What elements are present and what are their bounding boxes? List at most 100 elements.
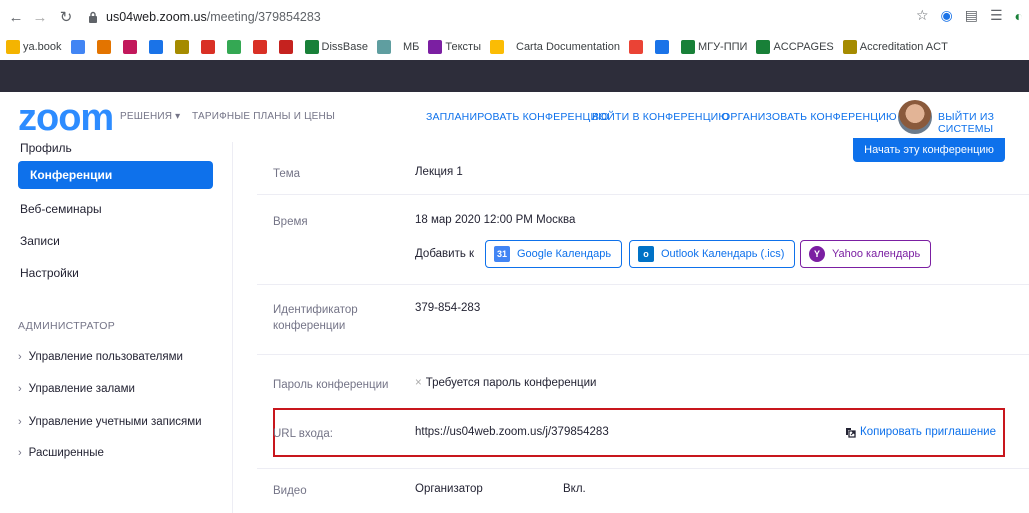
bookmark-label: МБ (403, 41, 420, 53)
bookmark-label: ACCPAGES (773, 41, 834, 53)
add-to-label: Добавить к (415, 248, 475, 260)
bookmark-item[interactable] (252, 40, 270, 54)
bookmark-item[interactable]: МГУ-ППИ (680, 40, 748, 54)
sidebar-item-settings[interactable]: Настройки (18, 259, 213, 287)
video-label: Видео (273, 485, 307, 497)
avatar[interactable] (898, 100, 932, 134)
bookmark-favicon-icon (490, 40, 504, 54)
sidebar-admin-heading: АДМИНИСТРАТОР (18, 320, 116, 332)
bookmark-favicon-icon (428, 40, 443, 54)
bookmark-item[interactable] (654, 40, 672, 54)
sidebar-group-label: Управление учетными записями (28, 416, 202, 428)
bookmark-favicon-icon (278, 40, 293, 54)
bookmark-favicon-icon (377, 40, 391, 54)
sidebar: Профиль Конференции Веб-семинары Записи … (0, 141, 232, 513)
nav-schedule-meeting[interactable]: ЗАПЛАНИРОВАТЬ КОНФЕРЕНЦИЮ (426, 111, 609, 123)
meeting-id-label: Идентификатор конференции (273, 304, 358, 332)
video-host-value: Вкл. (563, 483, 586, 495)
outlook-calendar-button[interactable]: o Outlook Календарь (.ics) (629, 240, 796, 268)
join-url-label: URL входа: (273, 428, 333, 440)
reload-icon[interactable]: ↻ (56, 7, 76, 27)
nav-solutions[interactable]: РЕШЕНИЯ ▾ (120, 111, 180, 122)
bookmark-item[interactable] (628, 40, 646, 54)
bookmark-favicon-icon (654, 40, 669, 54)
topic-value: Лекция 1 (415, 166, 463, 178)
address-bar[interactable]: us04web.zoom.us/meeting/379854283 (106, 10, 321, 24)
bookmark-favicon-icon (628, 40, 643, 54)
nav-join-meeting[interactable]: ВОЙТИ В КОНФЕРЕНЦИЮ (592, 111, 729, 123)
yahoo-calendar-label: Yahoo календарь (832, 248, 921, 260)
password-value: × Требуется пароль конференции (415, 377, 596, 389)
divider (257, 468, 1029, 469)
bookmark-item[interactable] (377, 40, 394, 54)
star-icon[interactable]: ☆ (916, 7, 929, 24)
bookmark-favicon-icon (252, 40, 267, 54)
sidebar-group-label: Управление пользователями (28, 351, 183, 363)
chevron-right-icon: › (18, 383, 22, 395)
bookmark-item[interactable] (200, 40, 218, 54)
nav-plans[interactable]: ТАРИФНЫЕ ПЛАНЫ И ЦЕНЫ (192, 111, 335, 122)
google-calendar-button[interactable]: 31 Google Календарь (485, 240, 623, 268)
bookmark-item[interactable]: МБ (403, 41, 419, 53)
bookmark-item[interactable] (490, 40, 507, 54)
sidebar-group-user-management[interactable]: › Управление пользователями (18, 351, 183, 363)
menu-icon[interactable]: ☰ (990, 7, 1003, 24)
bookmark-favicon-icon (680, 40, 695, 54)
chevron-right-icon: › (18, 351, 22, 363)
forward-arrow-icon[interactable]: → (30, 7, 50, 27)
sidebar-group-label: Расширенные (28, 447, 104, 459)
extension-icon[interactable]: ◉ (941, 7, 953, 24)
bookmark-item[interactable]: DissBase (304, 40, 368, 54)
bookmark-item[interactable]: Accreditation ACT (842, 40, 948, 54)
zoom-top-strip (0, 60, 1029, 92)
video-host-label: Организатор (415, 483, 483, 495)
bookmark-label: МГУ-ППИ (697, 41, 748, 53)
bookmark-item[interactable] (174, 40, 192, 54)
sidebar-item-meetings[interactable]: Конференции (18, 161, 213, 189)
reader-icon[interactable]: ▤ (965, 7, 978, 24)
chevron-right-icon: › (18, 416, 22, 428)
topic-label: Тема (273, 168, 301, 180)
sidebar-group-advanced[interactable]: › Расширенные (18, 447, 104, 459)
sidebar-group-account-management[interactable]: › Управление учетными записями (18, 416, 202, 428)
bookmark-item[interactable] (96, 40, 114, 54)
bookmark-item[interactable] (148, 40, 166, 54)
bookmark-item[interactable]: ACCPAGES (756, 40, 834, 54)
bookmark-favicon-icon (122, 40, 137, 54)
divider (257, 354, 1029, 355)
bookmark-favicon-icon (174, 40, 189, 54)
close-icon: × (415, 377, 422, 389)
bookmark-item[interactable] (70, 40, 88, 54)
zoom-logo[interactable]: zoom (18, 99, 114, 137)
yahoo-icon: Y (809, 246, 825, 262)
sidebar-group-room-management[interactable]: › Управление залами (18, 383, 135, 395)
nav-sign-out[interactable]: ВЫЙТИ ИЗ СИСТЕМЫ (938, 111, 1029, 135)
start-meeting-button[interactable]: Начать эту конференцию (853, 138, 1005, 162)
bookmark-item[interactable] (278, 40, 296, 54)
time-value: 18 мар 2020 12:00 PM Москва (415, 214, 576, 226)
outlook-calendar-label: Outlook Календарь (.ics) (661, 248, 785, 260)
bookmark-favicon-icon (148, 40, 163, 54)
bookmark-item[interactable]: Carta Documentation (516, 41, 620, 53)
back-arrow-icon[interactable]: ← (6, 7, 26, 27)
google-calendar-label: Google Календарь (517, 248, 612, 260)
yahoo-calendar-button[interactable]: Y Yahoo календарь (800, 240, 932, 268)
url-path: /meeting/379854283 (206, 10, 321, 24)
bookmark-label: Тексты (445, 41, 481, 53)
time-label: Время (273, 216, 308, 228)
sidebar-item-webinars[interactable]: Веб-семинары (18, 195, 213, 223)
nav-host-meeting[interactable]: ОРГАНИЗОВАТЬ КОНФЕРЕНЦИЮ ▾ (722, 111, 905, 123)
copy-invitation-link[interactable]: Копировать приглашение (845, 426, 996, 438)
join-url-value[interactable]: https://us04web.zoom.us/j/379854283 (415, 426, 609, 438)
bookmark-item[interactable]: Тексты (428, 40, 481, 54)
profile-icon[interactable]: ◐ (1015, 8, 1023, 24)
bookmark-item[interactable] (122, 40, 140, 54)
sidebar-item-profile[interactable]: Профиль (18, 134, 213, 162)
bookmark-item[interactable] (226, 40, 244, 54)
bookmark-label: Accreditation ACT (859, 41, 948, 53)
bookmark-item[interactable]: ya.book (6, 40, 62, 54)
bookmark-favicon-icon (756, 40, 771, 54)
bookmark-favicon-icon (304, 40, 319, 54)
bookmark-favicon-icon (96, 40, 111, 54)
sidebar-item-recordings[interactable]: Записи (18, 227, 213, 255)
